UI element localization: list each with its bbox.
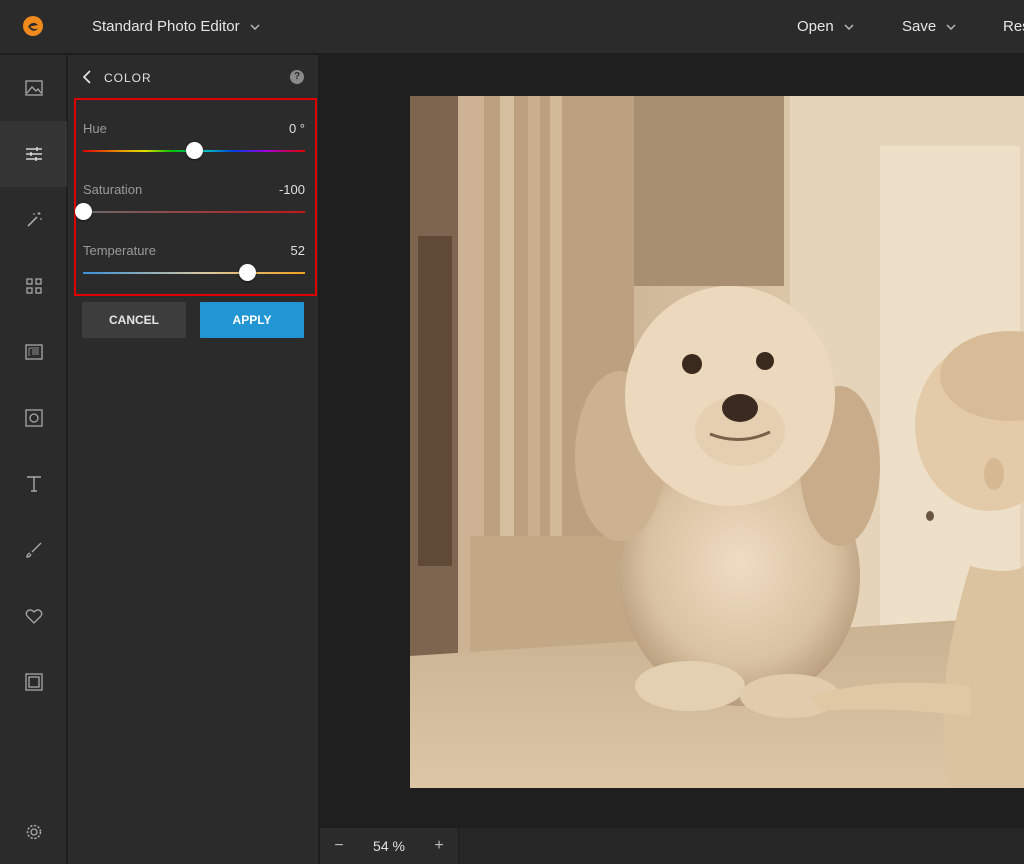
rail-item-stickers[interactable] xyxy=(0,583,67,649)
rail-item-adjust[interactable] xyxy=(0,121,67,187)
app-logo-icon[interactable] xyxy=(22,15,44,37)
back-arrow-icon[interactable] xyxy=(80,69,94,85)
grid-icon xyxy=(25,278,42,294)
saturation-value: -100 xyxy=(278,182,305,197)
tool-rail xyxy=(0,55,67,864)
texture-icon xyxy=(24,344,43,360)
hue-thumb[interactable] xyxy=(186,142,203,159)
chevron-down-icon xyxy=(946,24,956,30)
text-icon xyxy=(26,476,41,492)
status-bar xyxy=(459,828,1024,864)
rail-item-settings[interactable] xyxy=(0,799,67,864)
zoom-level: 54 % xyxy=(373,838,405,854)
help-icon[interactable]: ? xyxy=(290,70,304,84)
brush-icon xyxy=(25,542,41,558)
saturation-label: Saturation xyxy=(83,182,143,197)
open-menu[interactable]: Open xyxy=(797,18,854,35)
rail-item-image[interactable] xyxy=(0,55,67,121)
reset-menu-label: Res xyxy=(1003,18,1024,35)
saturation-thumb[interactable] xyxy=(75,203,92,220)
panel-title: COLOR xyxy=(104,71,152,85)
save-menu[interactable]: Save xyxy=(902,18,956,35)
editor-mode-label: Standard Photo Editor xyxy=(92,18,240,35)
zoom-control: − 54 % + xyxy=(320,828,458,864)
sliders-icon xyxy=(25,147,42,161)
frame-circle-icon xyxy=(24,409,43,427)
rail-item-border[interactable] xyxy=(0,649,67,715)
photo-image xyxy=(410,96,1024,788)
reset-menu[interactable]: Res xyxy=(1003,18,1024,35)
saturation-track[interactable] xyxy=(83,211,305,213)
temperature-label: Temperature xyxy=(83,243,156,258)
save-menu-label: Save xyxy=(902,18,937,35)
color-panel: COLOR ? Hue 0 ° Saturation -100 Temperat… xyxy=(68,55,319,864)
hue-value: 0 ° xyxy=(288,121,305,136)
border-icon xyxy=(24,673,43,691)
rail-item-text[interactable] xyxy=(0,451,67,517)
temperature-thumb[interactable] xyxy=(239,264,257,281)
image-icon xyxy=(24,80,43,96)
apply-button[interactable]: APPLY xyxy=(200,302,304,338)
hue-label: Hue xyxy=(83,121,107,136)
heart-icon xyxy=(25,609,42,624)
zoom-out-button[interactable]: − xyxy=(329,836,349,856)
top-bar: Standard Photo Editor Open Save Res xyxy=(0,0,1024,54)
edited-photo[interactable] xyxy=(410,96,1024,788)
temperature-value: 52 xyxy=(290,243,305,258)
rail-item-effects[interactable] xyxy=(0,187,67,253)
zoom-in-button[interactable]: + xyxy=(429,836,449,856)
cancel-button[interactable]: CANCEL xyxy=(82,302,186,338)
temperature-track[interactable] xyxy=(83,272,305,274)
rail-item-texture[interactable] xyxy=(0,319,67,385)
color-sliders-group: Hue 0 ° Saturation -100 Temperature 52 xyxy=(74,98,317,296)
chevron-down-icon xyxy=(250,24,260,30)
editor-canvas[interactable] xyxy=(320,55,1024,827)
chevron-down-icon xyxy=(844,24,854,30)
open-menu-label: Open xyxy=(797,18,834,35)
editor-mode-dropdown[interactable]: Standard Photo Editor xyxy=(92,18,260,35)
rail-item-draw[interactable] xyxy=(0,517,67,583)
rail-item-frames[interactable] xyxy=(0,385,67,451)
rail-item-layouts[interactable] xyxy=(0,253,67,319)
magic-wand-icon xyxy=(26,212,42,227)
photo-editor-app: Standard Photo Editor Open Save Res xyxy=(0,0,1024,864)
panel-header: COLOR ? xyxy=(68,55,319,99)
gear-icon xyxy=(26,824,41,840)
